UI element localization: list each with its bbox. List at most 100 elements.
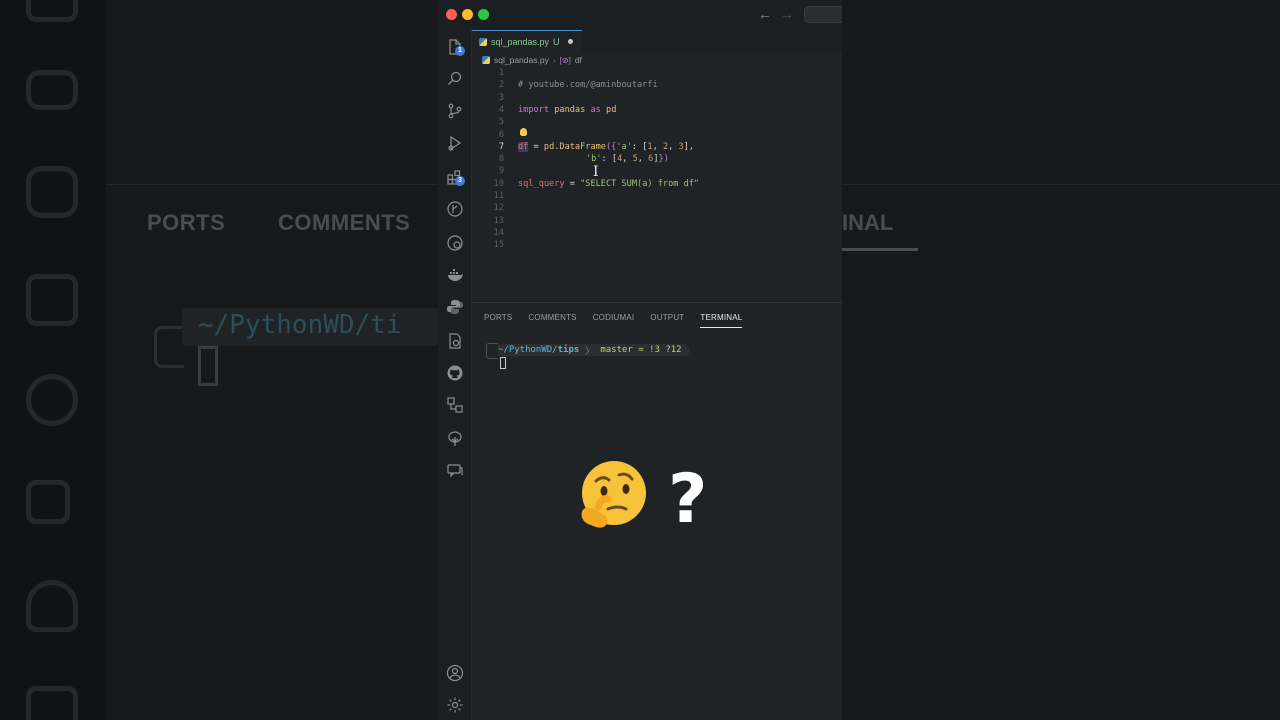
- line-number: 2: [498, 80, 504, 91]
- code-editor[interactable]: 1 2 # youtube.com/@aminboutarfi 3 4 import…: [472, 68, 842, 302]
- string-key: 'a': [616, 141, 632, 152]
- prompt-path-prefix: ~/PythonWD/: [498, 345, 558, 355]
- background-docker-icon: [26, 70, 78, 110]
- operator: =: [528, 141, 544, 152]
- account-icon[interactable]: [446, 664, 464, 682]
- question-mark: ?: [668, 460, 708, 539]
- run-debug-icon[interactable]: [446, 134, 464, 152]
- code-line: 10 sql_query = "SELECT SUM(a) from df": [472, 179, 842, 191]
- settings-gear-icon[interactable]: [446, 696, 464, 714]
- prompt-path-dir: tips: [557, 345, 580, 355]
- background-divider-right: [842, 184, 1280, 185]
- code-line: 15: [472, 240, 842, 252]
- connections-icon[interactable]: [446, 396, 464, 414]
- background-tab-ports: PORTS: [147, 210, 226, 235]
- maximize-window-button[interactable]: [478, 9, 489, 20]
- tab-codiumai[interactable]: CODIUMAI: [593, 313, 635, 322]
- tab-output[interactable]: OUTPUT: [650, 313, 684, 322]
- code-line: 6: [472, 130, 842, 142]
- forward-arrow-icon[interactable]: →: [780, 6, 794, 22]
- code-line: 13: [472, 216, 842, 228]
- background-chat-icon: [26, 686, 78, 720]
- code-line: 4 import pandas as pd: [472, 105, 842, 117]
- vscode-window: ← → 1 3 sql_pandas.py U sql_pandas.py › …: [438, 0, 842, 720]
- python-file-icon: [479, 37, 487, 46]
- line-number: 10: [493, 178, 504, 189]
- variable: sql_query: [518, 178, 565, 189]
- background-tab-comments: COMMENTS: [278, 210, 411, 235]
- bottom-panel: PORTS COMMENTS CODIUMAI OUTPUT TERMINAL …: [472, 302, 842, 720]
- tab-ports[interactable]: PORTS: [484, 313, 512, 322]
- panel-tab-bar: PORTS COMMENTS CODIUMAI OUTPUT TERMINAL: [484, 313, 758, 328]
- testing-icon[interactable]: [446, 332, 464, 350]
- background-testing-icon: [26, 274, 78, 326]
- lightbulb-icon[interactable]: [520, 128, 527, 136]
- code-line: 14: [472, 228, 842, 240]
- activity-bar: 1 3: [438, 30, 472, 720]
- code-line: 11: [472, 191, 842, 203]
- command-center[interactable]: [804, 6, 842, 23]
- docker-icon[interactable]: [446, 266, 464, 284]
- background-connections-icon: [26, 480, 70, 524]
- back-arrow-icon[interactable]: ←: [758, 6, 772, 22]
- string-key: 'b': [586, 154, 602, 165]
- line-number: 3: [498, 92, 504, 103]
- tab-comments[interactable]: COMMENTS: [528, 313, 576, 322]
- code-line: 5: [472, 117, 842, 129]
- keyword: import: [518, 104, 550, 115]
- line-number-active: 7: [498, 141, 504, 152]
- module-name: pandas: [554, 104, 586, 115]
- dataframe-continuation: 'b': [4, 5, 6]}): [586, 154, 669, 165]
- python-icon[interactable]: [446, 298, 464, 316]
- extensions-badge: 3: [455, 176, 465, 186]
- operator: =: [564, 178, 581, 189]
- unsaved-dot-icon[interactable]: [567, 39, 573, 44]
- prompt-separator: 〉: [585, 346, 595, 357]
- close-window-button[interactable]: [446, 9, 457, 20]
- title-bar: ← →: [438, 0, 842, 30]
- editor-tab-bar: sql_pandas.py U: [472, 30, 842, 52]
- punctuation: ],: [683, 141, 695, 152]
- python-file-icon: [482, 56, 490, 64]
- background-prompt-bracket: [154, 326, 184, 368]
- tab-terminal[interactable]: TERMINAL: [700, 313, 743, 328]
- bracket: ({: [605, 141, 617, 152]
- background-right-blur: INAL: [842, 0, 1280, 720]
- background-github-icon: [26, 374, 78, 426]
- git-graph-icon[interactable]: [446, 200, 464, 218]
- variable-symbol-icon: [⊘]: [559, 55, 571, 65]
- tree-icon[interactable]: [446, 430, 464, 448]
- tab-sql-pandas[interactable]: sql_pandas.py U: [472, 30, 582, 52]
- line-number: 15: [493, 240, 504, 251]
- source-control-icon[interactable]: [446, 102, 464, 120]
- minimize-window-button[interactable]: [462, 9, 473, 20]
- line-number: 6: [498, 129, 504, 140]
- chat-icon[interactable]: [446, 462, 464, 480]
- line-number: 9: [498, 166, 504, 177]
- github-icon[interactable]: [446, 364, 464, 382]
- prompt-path: ~/PythonWD/tips: [498, 345, 579, 355]
- background-icon: [26, 0, 78, 22]
- tab-filename: sql_pandas.py: [491, 36, 550, 47]
- background-tree-icon: [26, 580, 78, 632]
- string-literal: "SELECT SUM(a) from df": [580, 178, 700, 189]
- search-icon[interactable]: [446, 70, 464, 88]
- dataframe-statement: df = pd.DataFrame({'a': [1, 2, 3],: [518, 141, 695, 152]
- breadcrumb-file[interactable]: sql_pandas.py: [494, 55, 549, 65]
- function-call: pd.DataFrame: [543, 141, 606, 152]
- background-terminal-path: ~/PythonWD/ti: [182, 308, 438, 346]
- breadcrumb: sql_pandas.py › [⊘] df: [482, 54, 582, 66]
- git-status: master = !3 ?12: [600, 345, 682, 355]
- code-line-active: 7 df = pd.DataFrame({'a': [1, 2, 3],: [472, 141, 842, 154]
- background-python-icon: [26, 166, 78, 218]
- terminal-cursor: [500, 357, 506, 369]
- punctuation: : [: [631, 141, 648, 152]
- remote-explorer-icon[interactable]: [446, 234, 464, 252]
- background-tab-underline: [842, 248, 918, 251]
- breadcrumb-separator: ›: [552, 55, 556, 65]
- tab-untracked-status: U: [553, 36, 560, 47]
- breadcrumb-symbol[interactable]: df: [575, 55, 582, 65]
- line-number: 1: [498, 68, 504, 78]
- comment-text: # youtube.com/@aminboutarfi: [518, 80, 658, 91]
- code-line: 12: [472, 203, 842, 215]
